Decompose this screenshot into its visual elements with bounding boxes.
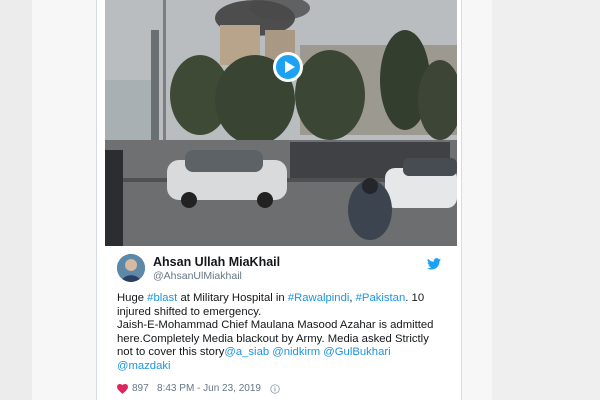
mention-mazdaki[interactable]: @mazdaki [117, 360, 171, 372]
tweet-body: Huge #blast at Military Hospital in #Raw… [117, 292, 443, 373]
mention-gulbukhari[interactable]: @GulBukhari [323, 346, 390, 358]
tweet-author[interactable]: Ahsan Ullah MiaKhail @AhsanUlMiakhail [117, 254, 447, 286]
hashtag-blast[interactable]: #blast [147, 292, 177, 304]
author-handle[interactable]: @AhsanUlMiakhail [153, 270, 242, 282]
hashtag-pakistan[interactable]: #Pakistan [356, 292, 406, 304]
video-play-button[interactable] [273, 52, 303, 82]
avatar[interactable] [117, 254, 145, 282]
play-icon [285, 61, 295, 73]
page-left-margin [0, 0, 32, 400]
tweet-paragraph-2: Jaish-E-Mohammad Chief Maulana Masood Az… [117, 319, 443, 373]
author-display-name[interactable]: Ahsan Ullah MiaKhail [153, 255, 280, 269]
text-span: Huge [117, 292, 148, 304]
mention-nidkirm[interactable]: @nidkirm [272, 346, 320, 358]
heart-icon[interactable] [117, 383, 128, 394]
text-span: at Military Hospital in [177, 292, 288, 304]
page-right-margin [492, 0, 600, 400]
mention-a-siab[interactable]: @a_siab [224, 346, 269, 358]
tweet-paragraph-1: Huge #blast at Military Hospital in #Raw… [117, 292, 443, 319]
tweet-timestamp[interactable]: 8:43 PM - Jun 23, 2019 [157, 383, 261, 394]
hashtag-rawalpindi[interactable]: #Rawalpindi [288, 292, 350, 304]
street-scene-image [105, 0, 457, 246]
twitter-bird-icon[interactable] [427, 258, 441, 270]
embedded-tweet-card[interactable]: Ahsan Ullah MiaKhail @AhsanUlMiakhail Hu… [96, 0, 462, 400]
info-icon[interactable] [270, 383, 280, 394]
like-count[interactable]: 897 [132, 383, 149, 394]
tweet-meta-row: 897 8:43 PM - Jun 23, 2019 [117, 383, 437, 397]
tweet-video-thumbnail[interactable] [105, 0, 457, 246]
